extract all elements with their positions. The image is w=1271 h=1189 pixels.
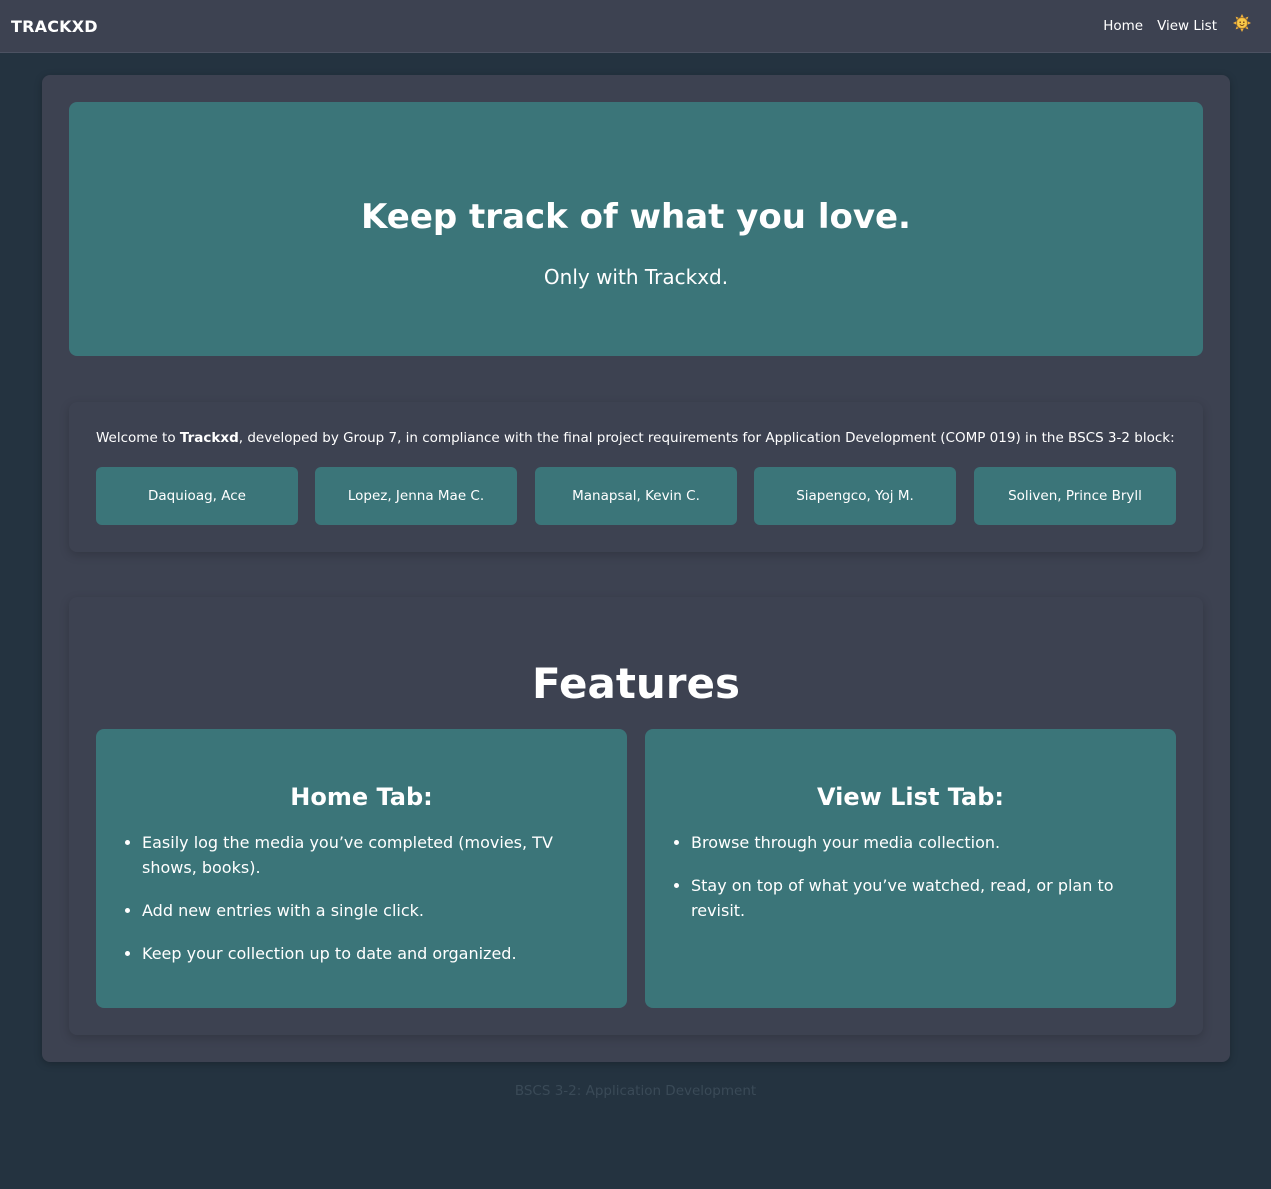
member-card: Soliven, Prince Bryll — [974, 467, 1176, 525]
feature-item: Add new entries with a single click. — [142, 898, 581, 923]
hero-title: Keep track of what you love. — [361, 197, 911, 237]
feature-card-title: Home Tab: — [290, 783, 433, 811]
main-container: Keep track of what you love. Only with T… — [42, 75, 1230, 1062]
member-card: Siapengco, Yoj M. — [754, 467, 956, 525]
footer: BSCS 3-2: Application Development — [514, 1083, 757, 1099]
nav-links: Home View List — [1103, 14, 1251, 34]
feature-item: Keep your collection up to date and orga… — [142, 941, 581, 966]
nav-view-list-link[interactable]: View List — [1157, 18, 1217, 34]
features-title: Features — [532, 659, 740, 708]
feature-list: Easily log the media you’ve completed (m… — [142, 830, 581, 984]
feature-item: Easily log the media you’ve completed (m… — [142, 830, 581, 880]
feature-card-title: View List Tab: — [816, 783, 1005, 811]
welcome-panel: Welcome to Trackxd, developed by Group 7… — [69, 402, 1203, 552]
sun-face-icon[interactable] — [1233, 14, 1251, 32]
nav-home-link[interactable]: Home — [1103, 18, 1143, 34]
feature-item: Browse through your media collection. — [691, 830, 1130, 855]
feature-item: Stay on top of what you’ve watched, read… — [691, 873, 1130, 923]
brand-logo[interactable]: TRACKXD — [11, 17, 98, 36]
welcome-suffix: , developed by Group 7, in compliance wi… — [238, 430, 1175, 446]
welcome-app-name: Trackxd — [179, 430, 239, 446]
hero-subtitle: Only with Trackxd. — [543, 265, 729, 289]
welcome-prefix: Welcome to — [96, 430, 180, 446]
features-section: Features Home Tab: Easily log the media … — [69, 597, 1203, 1035]
feature-card-home: Home Tab: Easily log the media you’ve co… — [96, 729, 627, 1008]
member-card: Lopez, Jenna Mae C. — [315, 467, 517, 525]
feature-card-view-list: View List Tab: Browse through your media… — [645, 729, 1176, 1008]
member-card: Manapsal, Kevin C. — [535, 467, 737, 525]
feature-list: Browse through your media collection. St… — [691, 830, 1130, 941]
navbar: TRACKXD Home View List — [0, 0, 1271, 53]
hero-banner: Keep track of what you love. Only with T… — [69, 102, 1203, 356]
member-card: Daquioag, Ace — [96, 467, 298, 525]
welcome-text: Welcome to Trackxd, developed by Group 7… — [96, 429, 1175, 447]
